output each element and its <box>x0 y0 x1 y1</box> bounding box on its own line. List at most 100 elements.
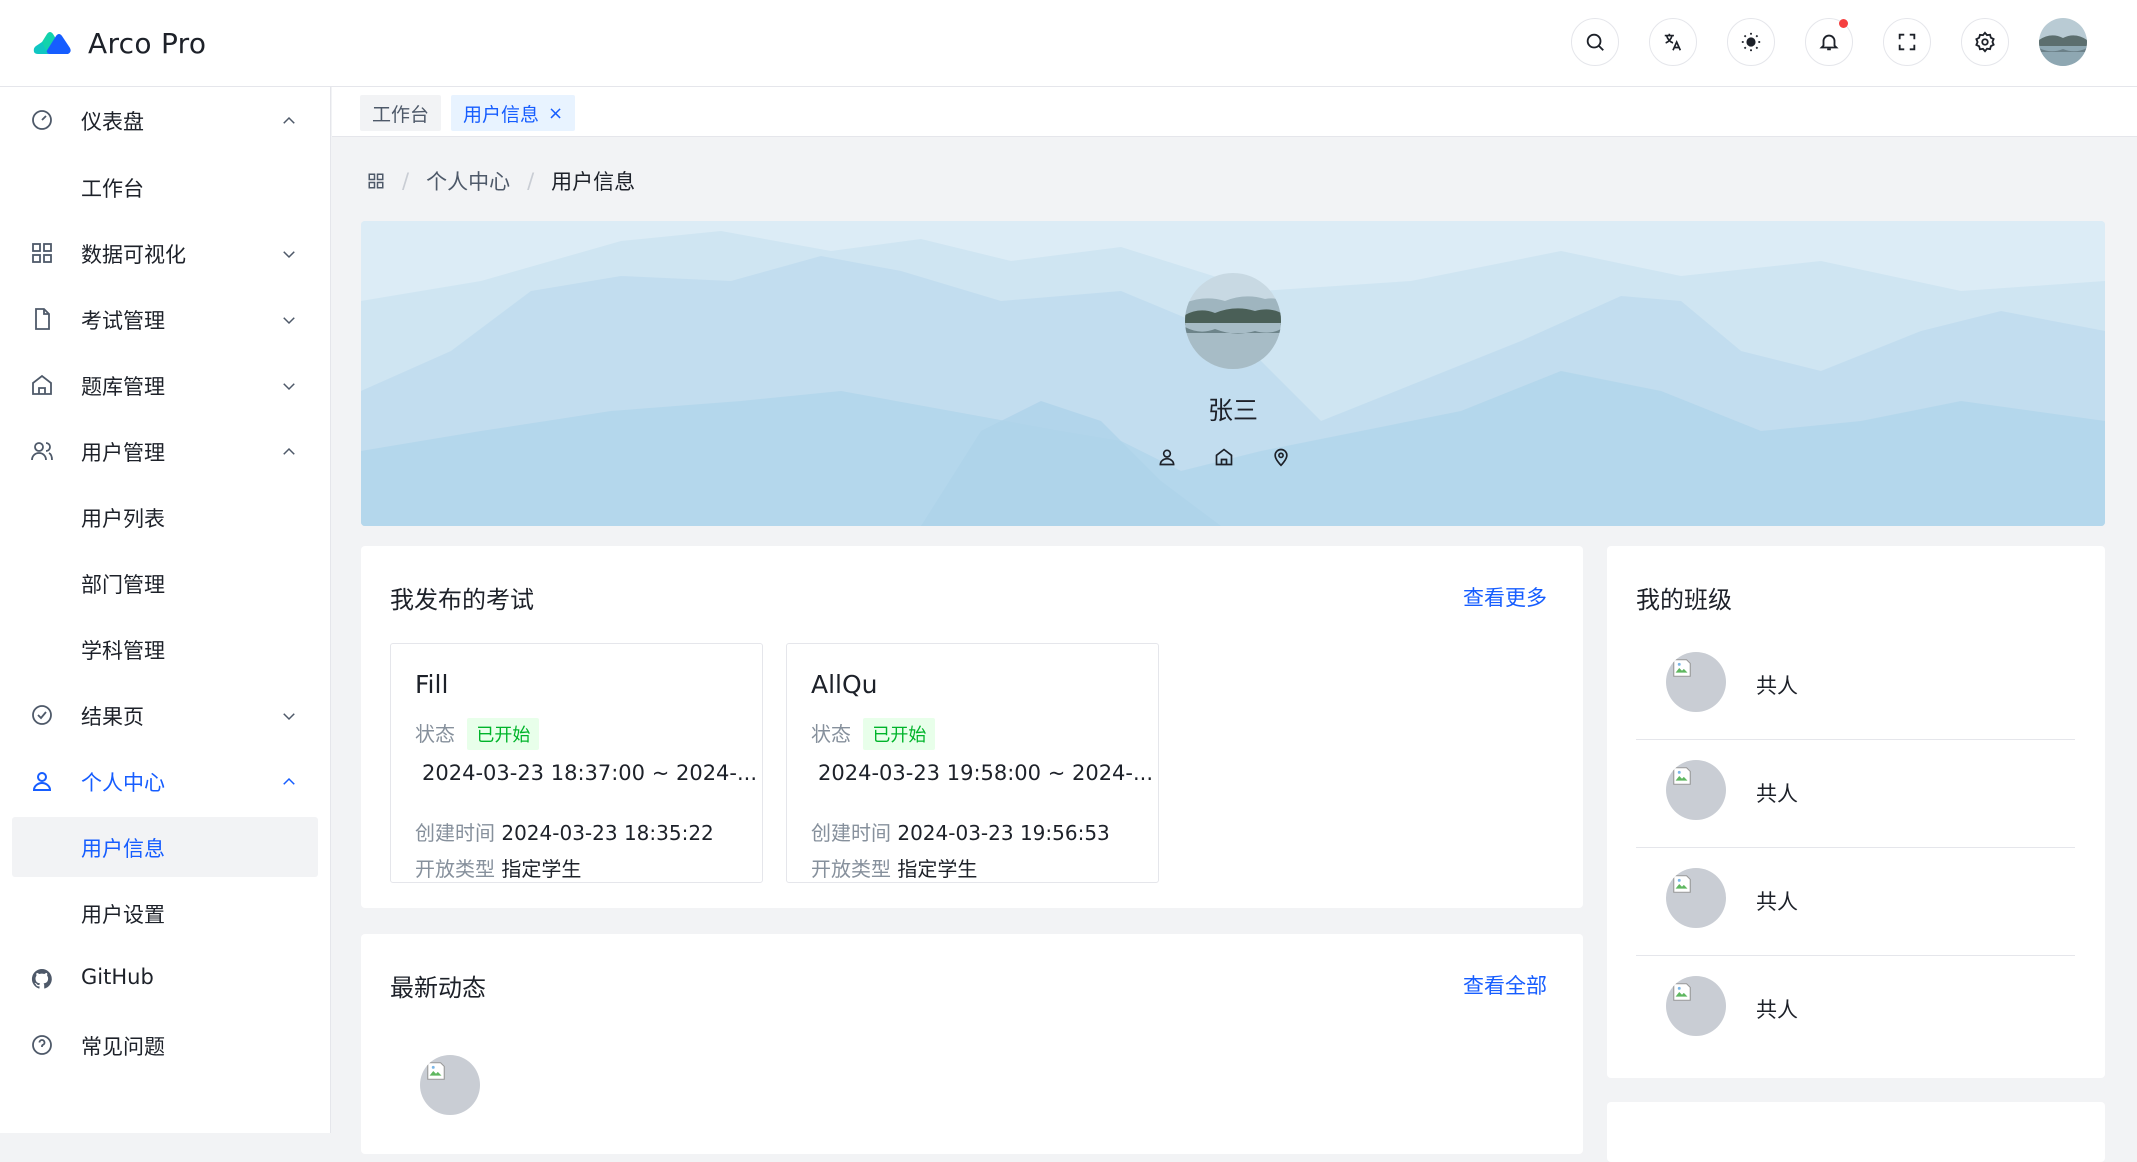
sidebar-item-label: 用户管理 <box>81 441 165 465</box>
theme-toggle-button[interactable] <box>1727 18 1775 66</box>
exam-open-type-row: 开放类型 指定学生 <box>811 853 977 882</box>
location-icon[interactable] <box>1271 447 1291 467</box>
breadcrumb-separator: / <box>527 169 535 193</box>
question-circle-icon <box>30 1033 54 1057</box>
open-type-value: 指定学生 <box>501 857 582 881</box>
my-classes-card: 我的班级 共人 共人 共人 共人 <box>1607 546 2105 1078</box>
chevron-up-icon <box>280 112 298 130</box>
class-list-item[interactable]: 共人 <box>1636 740 2075 848</box>
class-list-item[interactable]: 共人 <box>1636 632 2075 740</box>
card-title: 我的班级 <box>1636 586 1732 614</box>
breadcrumb-item[interactable]: 个人中心 <box>426 166 510 196</box>
navbar-tools <box>1541 18 2087 66</box>
chevron-down-icon <box>280 311 298 329</box>
class-list-item[interactable]: 共人 <box>1636 956 2075 1064</box>
class-name: 共人 <box>1756 998 1798 1022</box>
class-name: 共人 <box>1756 782 1798 806</box>
class-name: 共人 <box>1756 890 1798 914</box>
exam-card[interactable]: Fill 状态 已开始 2024-03-23 18:37:00 ~ 2024-.… <box>390 643 763 883</box>
exam-status-row: 状态 已开始 <box>811 718 936 750</box>
profile-avatar[interactable] <box>1185 273 1281 369</box>
sidebar-item-faq[interactable]: 常见问题 <box>12 1015 318 1075</box>
class-avatar <box>1666 976 1726 1036</box>
sidebar-item-github[interactable]: GitHub <box>12 949 318 1009</box>
sidebar-item-user-info[interactable]: 用户信息 <box>12 817 318 877</box>
sidebar-item-label: 个人中心 <box>81 771 165 795</box>
arco-logo-icon <box>32 28 72 58</box>
sidebar-item-dashboard[interactable]: 仪表盘 <box>12 90 318 150</box>
exam-open-type-row: 开放类型 指定学生 <box>415 853 581 882</box>
apps-icon[interactable] <box>367 172 385 190</box>
grid-icon <box>30 241 54 265</box>
notification-button[interactable] <box>1805 18 1853 66</box>
chevron-down-icon <box>280 377 298 395</box>
close-icon[interactable]: × <box>548 103 563 124</box>
created-label: 创建时间 <box>415 821 495 845</box>
settings-button[interactable] <box>1961 18 2009 66</box>
tab-label: 工作台 <box>372 103 430 126</box>
sidebar-item-personal-center[interactable]: 个人中心 <box>12 751 318 811</box>
search-icon <box>1584 31 1606 53</box>
tab-user-info[interactable]: 用户信息 × <box>451 95 576 131</box>
home-icon[interactable] <box>1214 447 1234 467</box>
broken-image-icon <box>425 1060 447 1082</box>
broken-image-icon <box>1671 981 1693 1003</box>
breadcrumb-current: 用户信息 <box>551 170 636 194</box>
sidebar-item-label: 部门管理 <box>81 573 165 597</box>
fullscreen-icon <box>1896 31 1918 53</box>
tab-bar: 工作台 用户信息 × <box>332 87 2137 137</box>
exam-created-row: 创建时间 2024-03-23 18:35:22 <box>415 817 714 846</box>
user-avatar[interactable] <box>2039 18 2087 66</box>
sidebar-item-data-visualization[interactable]: 数据可视化 <box>12 223 318 283</box>
status-label: 状态 <box>811 722 851 746</box>
sidebar-item-label: 题库管理 <box>81 375 165 399</box>
exam-title: AllQu <box>811 670 878 699</box>
created-value: 2024-03-23 18:35:22 <box>501 821 714 845</box>
user-icon[interactable] <box>1157 447 1177 467</box>
broken-image-icon <box>1671 765 1693 787</box>
class-name: 共人 <box>1756 674 1798 698</box>
activity-avatar <box>420 1055 480 1115</box>
class-list-item[interactable]: 共人 <box>1636 848 2075 956</box>
language-button[interactable] <box>1649 18 1697 66</box>
sidebar-item-workbench[interactable]: 工作台 <box>12 157 318 217</box>
sidebar-item-label: 常见问题 <box>81 1035 165 1059</box>
sidebar-item-exam-management[interactable]: 考试管理 <box>12 289 318 349</box>
exam-card[interactable]: AllQu 状态 已开始 2024-03-23 19:58:00 ~ 2024-… <box>786 643 1159 883</box>
chevron-down-icon <box>280 707 298 725</box>
exam-time-range: 2024-03-23 19:58:00 ~ 2024-... <box>818 761 1154 785</box>
view-all-link[interactable]: 查看全部 <box>1463 970 1547 1000</box>
search-button[interactable] <box>1571 18 1619 66</box>
bell-icon <box>1818 31 1840 53</box>
sidebar-item-subject[interactable]: 学科管理 <box>12 619 318 679</box>
created-value: 2024-03-23 19:56:53 <box>897 821 1110 845</box>
open-type-label: 开放类型 <box>415 857 495 881</box>
file-icon <box>30 307 54 331</box>
tab-label: 用户信息 <box>463 103 540 126</box>
latest-activity-card: 最新动态 查看全部 <box>361 934 1583 1154</box>
exam-title: Fill <box>415 670 449 699</box>
sidebar-item-user-list[interactable]: 用户列表 <box>12 487 318 547</box>
view-more-link[interactable]: 查看更多 <box>1463 582 1547 612</box>
tab-workbench[interactable]: 工作台 <box>360 95 442 131</box>
sidebar-item-question-bank[interactable]: 题库管理 <box>12 355 318 415</box>
sidebar-item-label: 用户信息 <box>81 837 165 861</box>
exam-time-range: 2024-03-23 18:37:00 ~ 2024-... <box>422 761 758 785</box>
notification-dot <box>1839 19 1848 28</box>
broken-image-icon <box>1671 873 1693 895</box>
profile-info-icons <box>1157 447 1328 467</box>
sidebar-item-result[interactable]: 结果页 <box>12 685 318 745</box>
chevron-up-icon <box>280 443 298 461</box>
sidebar-item-user-settings[interactable]: 用户设置 <box>12 883 318 943</box>
app-logo[interactable]: Arco Pro <box>32 27 206 60</box>
sidebar-item-label: 考试管理 <box>81 309 165 333</box>
sidebar-item-label: 数据可视化 <box>81 243 186 267</box>
sidebar-item-user-management[interactable]: 用户管理 <box>12 421 318 481</box>
class-avatar <box>1666 760 1726 820</box>
fullscreen-button[interactable] <box>1883 18 1931 66</box>
status-badge: 已开始 <box>467 718 540 750</box>
sidebar-item-label: 仪表盘 <box>81 110 144 134</box>
profile-banner: 张三 <box>361 221 2105 526</box>
translate-icon <box>1662 31 1684 53</box>
sidebar-item-department[interactable]: 部门管理 <box>12 553 318 613</box>
